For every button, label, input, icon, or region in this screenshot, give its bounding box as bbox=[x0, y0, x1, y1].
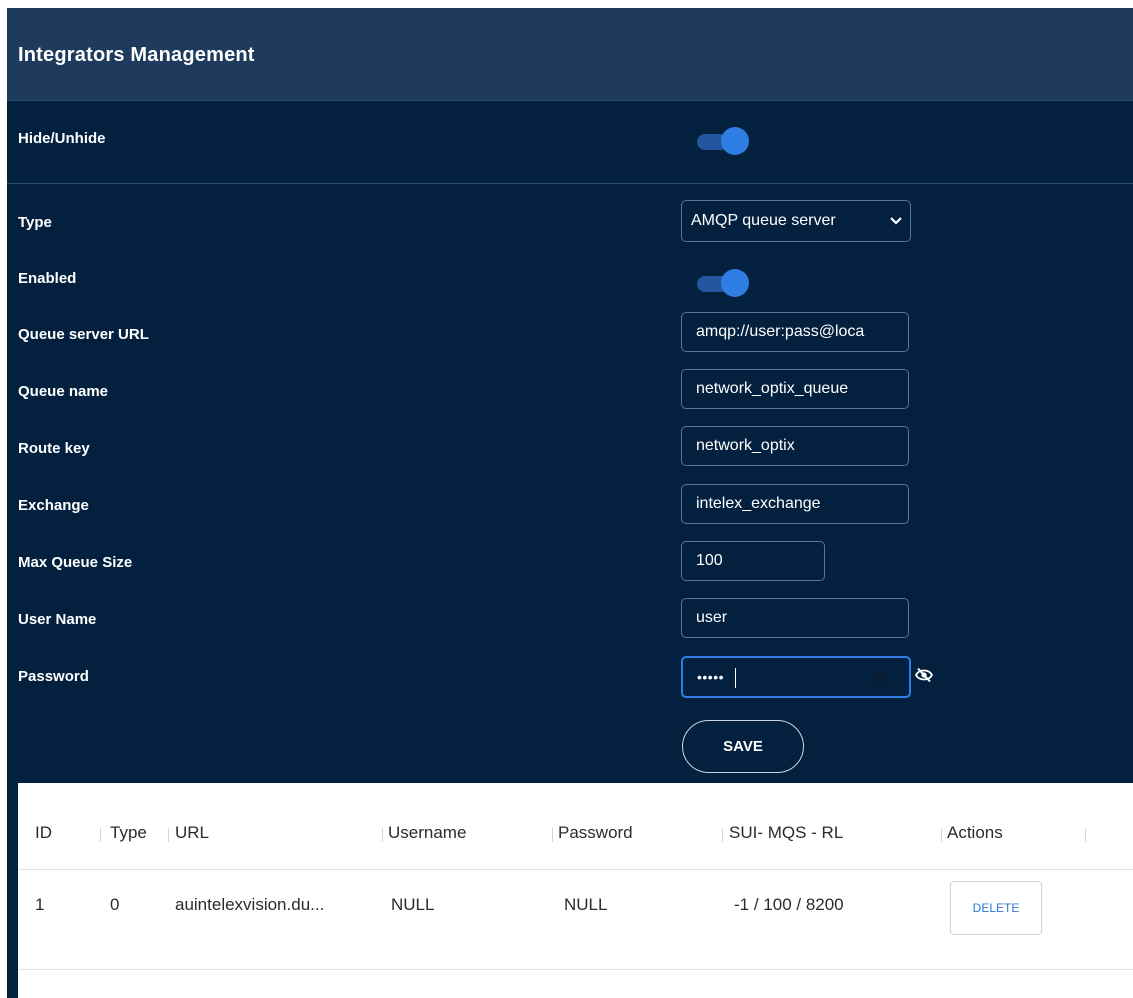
toggle-knob bbox=[721, 127, 749, 155]
eye-off-icon[interactable] bbox=[915, 667, 933, 683]
column-header-password: Password bbox=[558, 823, 633, 842]
column-header-actions: Actions bbox=[947, 823, 1003, 842]
column-separator bbox=[552, 828, 553, 842]
toggle-knob bbox=[721, 269, 749, 297]
column-header-type: Type bbox=[110, 823, 147, 842]
type-select-value: AMQP queue server bbox=[691, 212, 836, 229]
password-input[interactable]: ••••• bbox=[681, 656, 911, 698]
panel-header: Integrators Management bbox=[7, 8, 1133, 101]
column-separator bbox=[722, 828, 723, 842]
queue-server-url-label: Queue server URL bbox=[18, 326, 149, 343]
cell-type: 0 bbox=[110, 895, 120, 914]
column-separator bbox=[168, 828, 169, 842]
enabled-label: Enabled bbox=[18, 270, 77, 287]
user-name-input[interactable]: user bbox=[681, 598, 909, 638]
queue-name-label: Queue name bbox=[18, 383, 109, 400]
cell-sui-mqs-rl: -1 / 100 / 8200 bbox=[734, 895, 844, 914]
column-separator bbox=[1085, 828, 1086, 842]
column-header-id: ID bbox=[35, 823, 52, 842]
cell-id: 1 bbox=[35, 895, 45, 914]
eye-icon[interactable] bbox=[869, 668, 891, 686]
exchange-input[interactable]: intelex_exchange bbox=[681, 484, 909, 524]
integrators-table: ID Type URL Username Password SUI- MQS -… bbox=[18, 783, 1133, 998]
max-queue-size-input[interactable]: 100 bbox=[681, 541, 825, 581]
password-masked-value: ••••• bbox=[697, 669, 725, 685]
type-select[interactable]: AMQP queue server bbox=[681, 200, 911, 242]
header-row-divider bbox=[18, 869, 1133, 870]
route-key-input[interactable]: network_optix bbox=[681, 426, 909, 466]
text-caret bbox=[735, 668, 736, 688]
exchange-label: Exchange bbox=[18, 497, 89, 514]
chevron-down-icon bbox=[890, 217, 902, 225]
enabled-toggle[interactable] bbox=[697, 269, 749, 299]
integrators-panel: Integrators Management Hide/Unhide Type … bbox=[7, 8, 1133, 998]
column-separator bbox=[941, 828, 942, 842]
section-divider bbox=[7, 183, 1133, 184]
queue-server-url-input[interactable]: amqp://user:pass@loca bbox=[681, 312, 909, 352]
password-label: Password bbox=[18, 668, 89, 685]
hide-unhide-toggle[interactable] bbox=[697, 127, 749, 157]
type-label: Type bbox=[18, 214, 52, 231]
page-title: Integrators Management bbox=[18, 44, 255, 66]
user-name-label: User Name bbox=[18, 611, 97, 628]
row-divider bbox=[18, 969, 1133, 970]
column-separator bbox=[382, 828, 383, 842]
column-header-sui-mqs-rl: SUI- MQS - RL bbox=[729, 823, 844, 842]
cell-url: auintelexvision.du... bbox=[175, 895, 325, 914]
cell-password: NULL bbox=[564, 895, 608, 914]
save-button[interactable]: SAVE bbox=[682, 720, 804, 773]
queue-name-input[interactable]: network_optix_queue bbox=[681, 369, 909, 409]
delete-button[interactable]: DELETE bbox=[950, 881, 1042, 935]
cell-username: NULL bbox=[391, 895, 435, 914]
column-header-url: URL bbox=[175, 823, 210, 842]
hide-unhide-label: Hide/Unhide bbox=[18, 130, 106, 147]
column-header-username: Username bbox=[388, 823, 467, 842]
max-queue-size-label: Max Queue Size bbox=[18, 554, 133, 571]
column-separator bbox=[100, 828, 101, 842]
route-key-label: Route key bbox=[18, 440, 90, 457]
